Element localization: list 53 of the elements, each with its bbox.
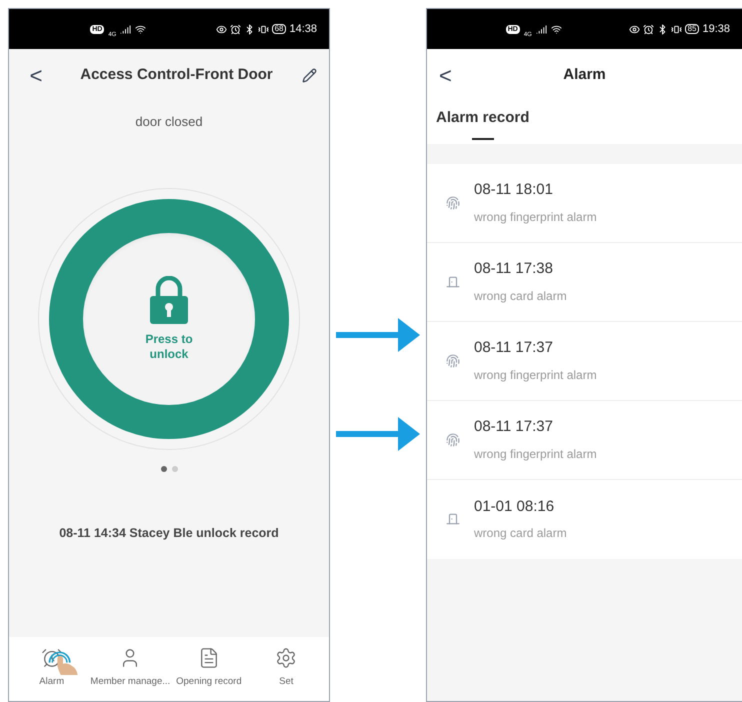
nav-tab[interactable]: Set	[248, 647, 325, 690]
alarm-row[interactable]: 01-01 08:16 wrong card alarm	[427, 480, 742, 558]
alarm-row[interactable]: 08-11 17:38 wrong card alarm	[427, 242, 742, 322]
alarm-description: wrong fingerprint alarm	[474, 446, 597, 463]
alarm-clock-icon	[40, 647, 63, 669]
settings-icon	[275, 647, 298, 669]
last-record-text: 08-11 14:34 Stacey Ble unlock record	[59, 525, 279, 542]
screen-title: Access Control-Front Door	[79, 64, 274, 85]
vibrate-icon	[258, 24, 269, 34]
alarm-time: 01-01 08:16	[474, 496, 556, 517]
arrow-icon	[336, 417, 420, 451]
alarm-row[interactable]: 08-11 18:01 wrong fingerprint alarm	[427, 164, 742, 242]
alarm-time: 08-11 17:37	[474, 338, 554, 358]
nav-tab[interactable]: Alarm	[13, 647, 90, 690]
alarm-record-tab[interactable]: Alarm record	[436, 101, 530, 140]
door-icon	[446, 512, 460, 526]
bluetooth-icon	[244, 24, 255, 34]
battery-indicator: 68	[272, 24, 286, 34]
lock-icon	[150, 276, 188, 324]
alarm-time: 08-11 17:37	[474, 417, 554, 438]
nav-tab[interactable]: Opening record	[170, 647, 248, 690]
battery-indicator: 85	[684, 24, 700, 34]
clock-time: 14:38	[289, 22, 317, 37]
door-status: door closed	[135, 113, 203, 132]
alarm-clock-icon	[642, 24, 654, 34]
wifi-icon	[550, 24, 562, 34]
alarm-clock-icon	[230, 24, 241, 34]
back-button[interactable]: <	[439, 58, 469, 92]
alarm-time: 08-11 18:01	[474, 180, 554, 200]
clock-time: 19:38	[702, 22, 730, 37]
screen-title: Alarm	[562, 64, 607, 85]
fingerprint-icon	[446, 432, 460, 446]
arrow-icon	[336, 318, 420, 352]
alarm-description: wrong fingerprint alarm	[474, 208, 597, 226]
eye-icon	[216, 24, 227, 34]
alarm-description: wrong card alarm	[474, 288, 567, 305]
edit-icon[interactable]	[302, 68, 317, 82]
fingerprint-icon	[446, 196, 460, 210]
nav-tab[interactable]: Member manage...	[90, 647, 170, 690]
alarm-description: wrong fingerprint alarm	[474, 366, 597, 384]
vibrate-icon	[670, 24, 682, 34]
alarm-row[interactable]: 08-11 17:37 wrong fingerprint alarm	[427, 400, 742, 480]
fingerprint-icon	[446, 354, 460, 368]
eye-icon	[628, 24, 640, 34]
back-button[interactable]: <	[21, 58, 51, 92]
alarm-description: wrong card alarm	[474, 525, 567, 542]
bluetooth-icon	[656, 24, 668, 34]
wifi-icon	[135, 24, 146, 34]
signal-icon	[120, 24, 132, 34]
alarm-row[interactable]: 08-11 17:37 wrong fingerprint alarm	[427, 322, 742, 400]
alarm-time: 08-11 17:38	[474, 259, 554, 280]
unlock-label: Press to unlock	[144, 332, 194, 362]
door-icon	[446, 274, 460, 288]
